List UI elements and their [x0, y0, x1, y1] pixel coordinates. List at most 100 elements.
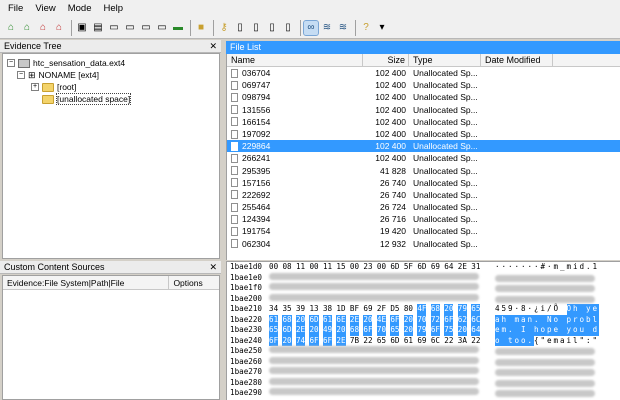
hex-byte[interactable]: 70	[417, 314, 426, 325]
ascii-char[interactable]: 1	[593, 262, 600, 273]
hex-row[interactable]: 1bae220 61 68 20 6D 61 6E 2E 20 4E 6F 20 70 72 6F 62 6C a…	[227, 314, 620, 325]
expand-icon[interactable]: +	[31, 83, 39, 91]
menu-view[interactable]: View	[35, 3, 55, 14]
collapse-icon[interactable]: −	[7, 59, 15, 67]
hex-byte[interactable]: 2E	[458, 262, 467, 273]
save-icon[interactable]: ▣	[75, 21, 89, 35]
splitter[interactable]	[221, 40, 225, 400]
hex-byte[interactable]: 75	[444, 325, 453, 336]
text-view-icon[interactable]: ≋	[336, 21, 350, 35]
hex-row[interactable]: 1bae200	[227, 293, 620, 305]
hex-byte[interactable]: BF	[350, 304, 359, 315]
close-icon[interactable]: ✕	[209, 261, 217, 274]
file-row[interactable]: 062304 12 932 Unallocated Sp...	[227, 238, 620, 250]
hex-row[interactable]: 1bae260	[227, 356, 620, 368]
tree-node-volume[interactable]: − ⊞ NONAME [ext4]	[7, 69, 215, 81]
hex-byte[interactable]: 08	[282, 262, 291, 273]
hex-byte[interactable]: 61	[269, 314, 278, 325]
remove-evidence-icon[interactable]: ⌂	[36, 21, 50, 35]
hex-byte[interactable]: 1D	[336, 304, 345, 315]
hex-byte[interactable]: 11	[323, 262, 332, 273]
drive-3-icon[interactable]: ▭	[139, 21, 153, 35]
tree-node-image[interactable]: − htc_sensation_data.ext4	[7, 57, 215, 69]
hex-byte[interactable]: 49	[322, 325, 332, 336]
hex-byte[interactable]: 35	[282, 304, 291, 315]
hex-byte[interactable]: 3A	[458, 336, 467, 347]
hex-byte[interactable]: 69	[417, 336, 426, 347]
hex-row[interactable]: 1bae270	[227, 367, 620, 378]
ascii-char[interactable]: d	[592, 325, 599, 336]
hex-byte[interactable]: 2F	[377, 304, 386, 315]
hex-byte[interactable]: 00	[309, 262, 318, 273]
hex-byte[interactable]: 64	[444, 262, 453, 273]
hex-byte[interactable]: 68	[282, 314, 292, 325]
hex-byte[interactable]: 6F	[269, 335, 278, 346]
column-header-date[interactable]: Date Modified	[481, 54, 553, 66]
hex-byte[interactable]: 13	[309, 304, 318, 315]
hex-byte[interactable]: 4F	[417, 304, 426, 315]
collapse-icon[interactable]: −	[17, 71, 25, 79]
column-header-options[interactable]: Options	[169, 276, 219, 289]
hex-byte[interactable]: 65	[377, 336, 386, 347]
menu-help[interactable]: Help	[104, 3, 124, 14]
hex-byte[interactable]: 64	[471, 325, 480, 336]
key-icon[interactable]: ⚷	[217, 21, 231, 35]
hex-byte[interactable]: 6D	[282, 325, 292, 336]
export-icon[interactable]: ▤	[91, 21, 105, 35]
hex-byte[interactable]: 65	[390, 325, 400, 336]
hex-byte[interactable]: 22	[471, 336, 480, 347]
file-row[interactable]: 124394 26 716 Unallocated Sp...	[227, 213, 620, 225]
drive-icon[interactable]: ▭	[107, 21, 121, 35]
hex-byte[interactable]: 68	[430, 304, 440, 315]
hex-byte[interactable]: 20	[295, 314, 305, 325]
ascii-char[interactable]: l	[592, 314, 599, 325]
hex-row[interactable]: 1bae290	[227, 388, 620, 399]
hex-row[interactable]: 1bae230 65 6D 2E 20 49 20 68 6F 70 65 20 79 6F 75 20 64 e…	[227, 325, 620, 336]
hex-byte[interactable]: 80	[404, 304, 413, 315]
add-evidence-icon[interactable]: ⌂	[4, 21, 18, 35]
page-3-icon[interactable]: ▯	[281, 21, 295, 35]
hex-byte[interactable]: D5	[390, 304, 399, 315]
tree-node-root[interactable]: + [root]	[7, 81, 215, 93]
hex-byte[interactable]: 22	[444, 336, 453, 347]
folder-icon[interactable]: ■	[194, 21, 208, 35]
menu-mode[interactable]: Mode	[68, 3, 92, 14]
view-glasses-icon[interactable]: ∞	[303, 19, 319, 36]
column-header-path[interactable]: Evidence:File System|Path|File	[3, 276, 170, 289]
hex-byte[interactable]: 6D	[417, 262, 426, 273]
hex-byte[interactable]: 6D	[390, 336, 399, 347]
hex-byte[interactable]: 72	[430, 314, 440, 325]
hex-byte[interactable]: 5F	[404, 262, 413, 273]
hex-byte[interactable]: 20	[309, 325, 319, 336]
column-header-size[interactable]: Size	[363, 54, 409, 66]
hex-byte[interactable]: 2E	[349, 314, 359, 325]
hex-byte[interactable]: 23	[363, 262, 372, 273]
file-row[interactable]: 036704 102 400 Unallocated Sp...	[227, 67, 620, 79]
hex-byte[interactable]: 70	[376, 325, 386, 336]
file-row[interactable]: 255464 26 724 Unallocated Sp...	[227, 201, 620, 213]
hex-byte[interactable]: 61	[404, 336, 413, 347]
hex-byte[interactable]: 20	[457, 325, 467, 336]
hex-byte[interactable]: 79	[457, 304, 467, 315]
hex-byte[interactable]: 6F	[444, 314, 453, 325]
hex-row[interactable]: 1bae1e0	[227, 272, 620, 284]
hex-byte[interactable]: 20	[363, 314, 373, 325]
hex-byte[interactable]: 00	[377, 262, 386, 273]
page-icon[interactable]: ▯	[233, 21, 247, 35]
hex-byte[interactable]: 2E	[336, 335, 346, 346]
file-row[interactable]: 266241 102 400 Unallocated Sp...	[227, 152, 620, 164]
hex-byte[interactable]: 20	[336, 325, 346, 336]
drive-2-icon[interactable]: ▭	[123, 21, 137, 35]
add-disk-icon[interactable]: ⌂	[20, 21, 34, 35]
hex-byte[interactable]: 6D	[309, 314, 319, 325]
hex-byte[interactable]: 20	[282, 335, 292, 346]
page-2-icon[interactable]: ▯	[265, 21, 279, 35]
hex-byte[interactable]: 22	[363, 336, 372, 347]
hex-byte[interactable]: 20	[444, 304, 453, 315]
hex-byte[interactable]: 2E	[295, 325, 305, 336]
hex-row[interactable]: 1bae280	[227, 377, 620, 389]
file-row[interactable]: 166154 102 400 Unallocated Sp...	[227, 116, 620, 128]
hex-byte[interactable]: 6F	[390, 314, 400, 325]
hex-byte[interactable]: 34	[269, 304, 278, 315]
hex-byte[interactable]: 65	[471, 304, 480, 315]
